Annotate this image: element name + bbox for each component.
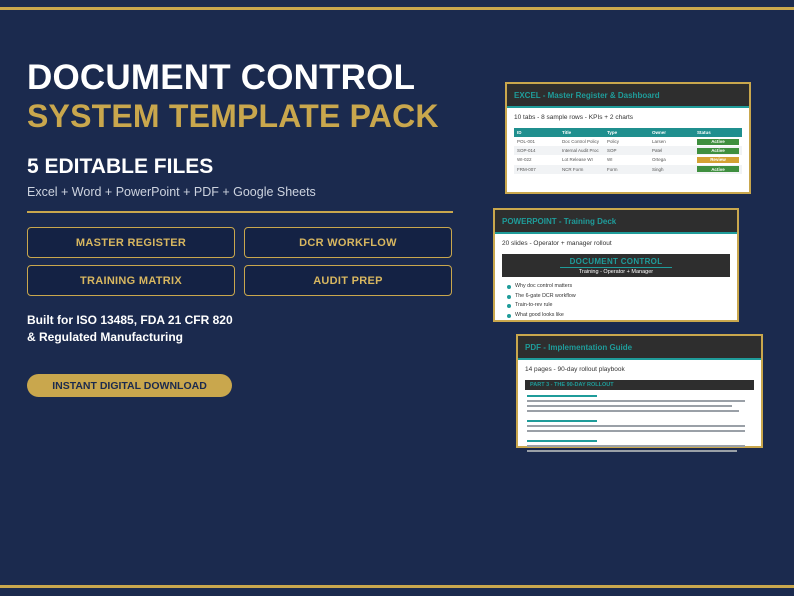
cell-id: SOP-014 <box>514 146 559 156</box>
editable-files-subtitle: 5 EDITABLE FILES <box>27 155 214 178</box>
placeholder-heading-line <box>527 420 597 422</box>
status-badge: Active <box>696 138 739 145</box>
list-item: The 6-gate DCR workflow <box>507 292 737 302</box>
placeholder-text-line <box>527 410 739 412</box>
instant-download-button[interactable]: INSTANT DIGITAL DOWNLOAD <box>27 374 232 397</box>
built-for-text: Built for ISO 13485, FDA 21 CFR 820 & Re… <box>27 312 233 346</box>
cell-type: Policy <box>607 139 620 145</box>
placeholder-text-line <box>527 450 737 452</box>
powerpoint-preview-card: POWERPOINT - Training Deck 20 slides - O… <box>493 208 739 322</box>
table-row: FRM-007 NCR Form Form Singh Active <box>514 164 742 174</box>
master-register-table: ID Title Type Owner Status POL-001 Doc C… <box>514 128 742 174</box>
slide-title-banner: DOCUMENT CONTROL Training - Operator + M… <box>502 254 730 277</box>
cell-title: Internal Audit Proc <box>558 146 604 156</box>
column-header: Owner <box>648 128 694 137</box>
slide-title: DOCUMENT CONTROL <box>569 257 663 266</box>
built-for-line-2: & Regulated Manufacturing <box>27 330 184 344</box>
cell-title: NCR Form <box>558 164 604 174</box>
table-row: SOP-014 Internal Audit Proc SOP Patel Ac… <box>514 146 742 156</box>
tile-audit-prep: AUDIT PREP <box>244 265 452 296</box>
slide-bullet-list: Why doc control matters The 6-gate DCR w… <box>507 282 737 320</box>
cell-type: Form <box>604 164 649 174</box>
top-gold-rule <box>0 7 794 10</box>
cell-id: POL-001 <box>517 139 536 145</box>
gold-divider <box>27 211 453 213</box>
status-badge: Active <box>696 166 739 173</box>
cell-owner: Patel <box>648 146 694 156</box>
tile-training-matrix: TRAINING MATRIX <box>27 265 235 296</box>
column-header: Type <box>604 128 649 137</box>
file-formats: Excel + Word + PowerPoint + PDF + Google… <box>27 185 316 199</box>
placeholder-text-line <box>527 445 745 447</box>
cell-owner: Larsen <box>651 139 666 145</box>
cell-type: SOP <box>604 146 649 156</box>
tile-master-register: MASTER REGISTER <box>27 227 235 258</box>
table-row: WI-022 Lot Release WI WI Ortega Review <box>514 155 742 164</box>
powerpoint-card-meta: 20 slides - Operator + manager rollout <box>502 240 612 247</box>
title-line-1: DOCUMENT CONTROL <box>27 58 416 97</box>
table-header-row: ID Title Type Owner Status <box>514 128 742 137</box>
pdf-card-header: PDF - Implementation Guide <box>518 336 761 360</box>
cell-title: Doc Control Policy <box>561 139 599 145</box>
cell-id: FRM-007 <box>514 164 559 174</box>
excel-card-header: EXCEL - Master Register & Dashboard <box>507 84 749 108</box>
title-line-2: SYSTEM TEMPLATE PACK <box>27 98 439 134</box>
column-header: Status <box>693 128 742 137</box>
cell-owner: Ortega <box>651 157 666 163</box>
bottom-gold-rule <box>0 585 794 588</box>
pdf-text-placeholder-lines <box>518 395 761 452</box>
placeholder-text-line <box>527 400 745 402</box>
pdf-card-meta: 14 pages - 90-day rollout playbook <box>525 366 625 373</box>
table-row: POL-001 Doc Control Policy Policy Larsen… <box>514 137 742 146</box>
tile-dcr-workflow: DCR WORKFLOW <box>244 227 452 258</box>
status-badge: Active <box>696 147 739 154</box>
column-header: ID <box>514 128 559 137</box>
placeholder-heading-line <box>527 440 597 442</box>
cell-title: Lot Release WI <box>561 157 593 163</box>
status-badge: Review <box>696 156 739 163</box>
excel-card-meta: 10 tabs - 8 sample rows - KPIs + 2 chart… <box>514 114 634 121</box>
powerpoint-card-header: POWERPOINT - Training Deck <box>495 210 737 234</box>
placeholder-text-line <box>527 425 745 427</box>
excel-preview-card: EXCEL - Master Register & Dashboard 10 t… <box>505 82 751 194</box>
placeholder-text-line <box>527 430 745 432</box>
list-item: Why doc control matters <box>507 282 737 292</box>
list-item: Train-to-rev rule <box>507 301 737 311</box>
cell-owner: Singh <box>648 164 694 174</box>
cell-type: WI <box>607 157 613 163</box>
cell-id: WI-022 <box>517 157 532 163</box>
placeholder-heading-line <box>527 395 597 397</box>
built-for-line-1: Built for ISO 13485, FDA 21 CFR 820 <box>27 313 233 327</box>
slide-subtitle: Training - Operator + Manager <box>560 267 672 275</box>
placeholder-text-line <box>527 405 732 407</box>
pdf-preview-card: PDF - Implementation Guide 14 pages - 90… <box>516 334 763 452</box>
list-item: What good looks like <box>507 311 737 321</box>
column-header: Title <box>558 128 604 137</box>
pdf-part-heading: PART 3 - THE 90-DAY ROLLOUT <box>525 380 754 390</box>
